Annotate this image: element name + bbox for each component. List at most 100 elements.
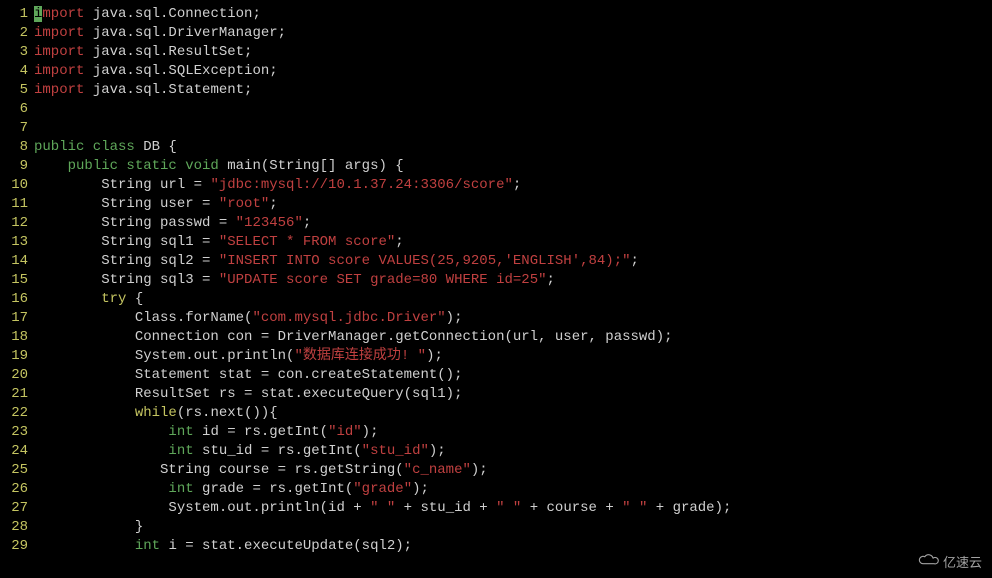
code-line: Statement stat = con.createStatement(); <box>34 366 992 385</box>
token-kw-import: import <box>34 25 84 41</box>
token-plain: ); <box>446 310 463 326</box>
token-str: " " <box>370 500 395 516</box>
token-plain <box>34 291 101 307</box>
token-plain: System.out.println(id + <box>34 500 370 516</box>
token-kw-type: int <box>168 424 193 440</box>
token-str: "id" <box>328 424 362 440</box>
code-line: import java.sql.Statement; <box>34 81 992 100</box>
line-number: 14 <box>0 252 28 271</box>
code-line <box>34 100 992 119</box>
line-number: 10 <box>0 176 28 195</box>
token-str: "com.mysql.jdbc.Driver" <box>252 310 445 326</box>
line-number: 15 <box>0 271 28 290</box>
code-line: } <box>34 518 992 537</box>
token-plain: ); <box>471 462 488 478</box>
watermark-text: 亿速云 <box>943 553 982 572</box>
token-plain: java.sql.DriverManager; <box>84 25 286 41</box>
code-line: import java.sql.Connection; <box>34 5 992 24</box>
code-area: import java.sql.Connection;import java.s… <box>34 5 992 556</box>
token-str: "INSERT INTO score VALUES(25,9205,'ENGLI… <box>219 253 631 269</box>
code-line: String user = "root"; <box>34 195 992 214</box>
code-line: System.out.println(id + " " + stu_id + "… <box>34 499 992 518</box>
token-plain: main(String[] args) { <box>219 158 404 174</box>
line-number-gutter: 1234567891011121314151617181920212223242… <box>0 5 34 556</box>
token-str: "grade" <box>353 481 412 497</box>
token-plain: ); <box>426 348 443 364</box>
token-plain: String course = rs.getString( <box>34 462 404 478</box>
token-str: "stu_id" <box>362 443 429 459</box>
token-plain: Class.forName( <box>34 310 252 326</box>
code-line: int i = stat.executeUpdate(sql2); <box>34 537 992 556</box>
code-editor: 1234567891011121314151617181920212223242… <box>0 0 992 556</box>
line-number: 8 <box>0 138 28 157</box>
token-plain: ResultSet rs = stat.executeQuery(sql1); <box>34 386 462 402</box>
token-str: "123456" <box>236 215 303 231</box>
token-plain <box>34 158 68 174</box>
token-str: " " <box>622 500 647 516</box>
token-plain: DB { <box>135 139 177 155</box>
token-plain: } <box>34 519 143 535</box>
code-line: int stu_id = rs.getInt("stu_id"); <box>34 442 992 461</box>
line-number: 3 <box>0 43 28 62</box>
token-kw-import: mport <box>42 6 84 22</box>
token-plain: + stu_id + <box>395 500 496 516</box>
token-plain: { <box>126 291 143 307</box>
token-plain <box>34 481 168 497</box>
token-plain: String passwd = <box>34 215 236 231</box>
token-plain: ; <box>303 215 311 231</box>
token-plain: String sql2 = <box>34 253 219 269</box>
token-plain: System.out.println( <box>34 348 294 364</box>
token-kw-type: int <box>135 538 160 554</box>
code-line: System.out.println("数据库连接成功! "); <box>34 347 992 366</box>
line-number: 2 <box>0 24 28 43</box>
token-plain: Statement stat = con.createStatement(); <box>34 367 462 383</box>
line-number: 5 <box>0 81 28 100</box>
code-line: try { <box>34 290 992 309</box>
code-line <box>34 119 992 138</box>
code-line: String url = "jdbc:mysql://10.1.37.24:33… <box>34 176 992 195</box>
code-line: ResultSet rs = stat.executeQuery(sql1); <box>34 385 992 404</box>
token-plain <box>34 424 168 440</box>
code-line: while(rs.next()){ <box>34 404 992 423</box>
code-line: String course = rs.getString("c_name"); <box>34 461 992 480</box>
token-kw-mod: public static void <box>68 158 219 174</box>
line-number: 26 <box>0 480 28 499</box>
token-plain <box>34 538 135 554</box>
token-plain: + course + <box>521 500 622 516</box>
token-plain: ); <box>412 481 429 497</box>
line-number: 28 <box>0 518 28 537</box>
token-plain: ; <box>513 177 521 193</box>
line-number: 13 <box>0 233 28 252</box>
token-str: "数据库连接成功! " <box>294 348 426 364</box>
token-plain: ; <box>269 196 277 212</box>
line-number: 11 <box>0 195 28 214</box>
line-number: 1 <box>0 5 28 24</box>
token-plain <box>34 443 168 459</box>
code-line: import java.sql.SQLException; <box>34 62 992 81</box>
line-number: 12 <box>0 214 28 233</box>
line-number: 24 <box>0 442 28 461</box>
line-number: 25 <box>0 461 28 480</box>
token-plain: + grade); <box>647 500 731 516</box>
line-number: 27 <box>0 499 28 518</box>
token-kw-import: import <box>34 44 84 60</box>
token-kw-import: import <box>34 63 84 79</box>
token-plain: ; <box>395 234 403 250</box>
code-line: String sql1 = "SELECT * FROM score"; <box>34 233 992 252</box>
cloud-icon <box>917 553 939 572</box>
token-plain: ); <box>362 424 379 440</box>
token-plain: java.sql.SQLException; <box>84 63 277 79</box>
token-plain: java.sql.Connection; <box>84 6 260 22</box>
token-plain: (rs.next()){ <box>177 405 278 421</box>
token-str: "SELECT * FROM score" <box>219 234 395 250</box>
line-number: 6 <box>0 100 28 119</box>
token-plain: ; <box>631 253 639 269</box>
code-line: String sql3 = "UPDATE score SET grade=80… <box>34 271 992 290</box>
token-kw-type: int <box>168 481 193 497</box>
token-str: " " <box>496 500 521 516</box>
token-str: "UPDATE score SET grade=80 WHERE id=25" <box>219 272 547 288</box>
token-str: "c_name" <box>404 462 471 478</box>
token-str: "root" <box>219 196 269 212</box>
code-line: public class DB { <box>34 138 992 157</box>
line-number: 4 <box>0 62 28 81</box>
